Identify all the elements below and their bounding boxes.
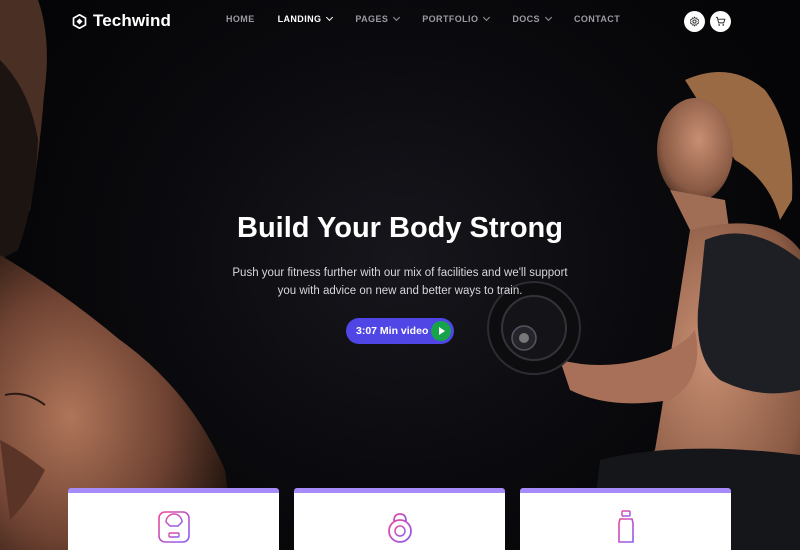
chevron-down-icon	[393, 13, 401, 22]
nav-label: PORTFOLIO	[422, 14, 479, 24]
logo-icon	[72, 13, 87, 29]
watch-video-button[interactable]: 3:07 Min video	[346, 318, 454, 344]
nav-item-home[interactable]: HOME	[226, 14, 255, 24]
hero-headline: Build Your Body Strong	[237, 212, 563, 244]
feature-card-scale	[68, 488, 279, 550]
top-navbar: Techwind HOME LANDING PAGES PORTFOLIO DO…	[0, 0, 800, 42]
chevron-down-icon	[483, 13, 491, 22]
cart-button[interactable]	[710, 11, 731, 32]
scale-icon	[157, 511, 190, 543]
cart-icon	[715, 16, 726, 26]
gear-icon	[690, 16, 699, 27]
nav-item-portfolio[interactable]: PORTFOLIO	[422, 13, 491, 24]
chevron-down-icon	[326, 13, 334, 22]
video-button-label: 3:07 Min video	[356, 325, 429, 337]
nav-item-pages[interactable]: PAGES	[355, 13, 401, 24]
brand-logo[interactable]: Techwind	[72, 11, 171, 31]
nav-label: LANDING	[277, 14, 322, 24]
nav-item-landing[interactable]: LANDING	[277, 13, 334, 24]
play-icon	[431, 321, 451, 341]
nav-label: CONTACT	[573, 14, 621, 24]
kettlebell-icon	[387, 513, 412, 543]
settings-button[interactable]	[684, 11, 705, 32]
brand-name: Techwind	[93, 11, 171, 30]
water-bottle-icon	[617, 510, 634, 543]
nav-item-contact[interactable]: CONTACT	[574, 14, 620, 24]
hero-section: Techwind HOME LANDING PAGES PORTFOLIO DO…	[0, 0, 800, 550]
main-menu: HOME LANDING PAGES PORTFOLIO DOCS CONTAC…	[226, 13, 643, 24]
nav-label: PAGES	[355, 14, 389, 24]
nav-item-docs[interactable]: DOCS	[512, 13, 553, 24]
hero-subtext: Push your fitness further with our mix o…	[232, 267, 568, 297]
feature-card-bottle	[520, 488, 731, 550]
nav-label: DOCS	[512, 14, 540, 24]
hero-man-image	[0, 0, 235, 550]
chevron-down-icon	[544, 13, 553, 22]
feature-card-kettlebell	[294, 488, 505, 550]
nav-label: HOME	[226, 14, 255, 24]
